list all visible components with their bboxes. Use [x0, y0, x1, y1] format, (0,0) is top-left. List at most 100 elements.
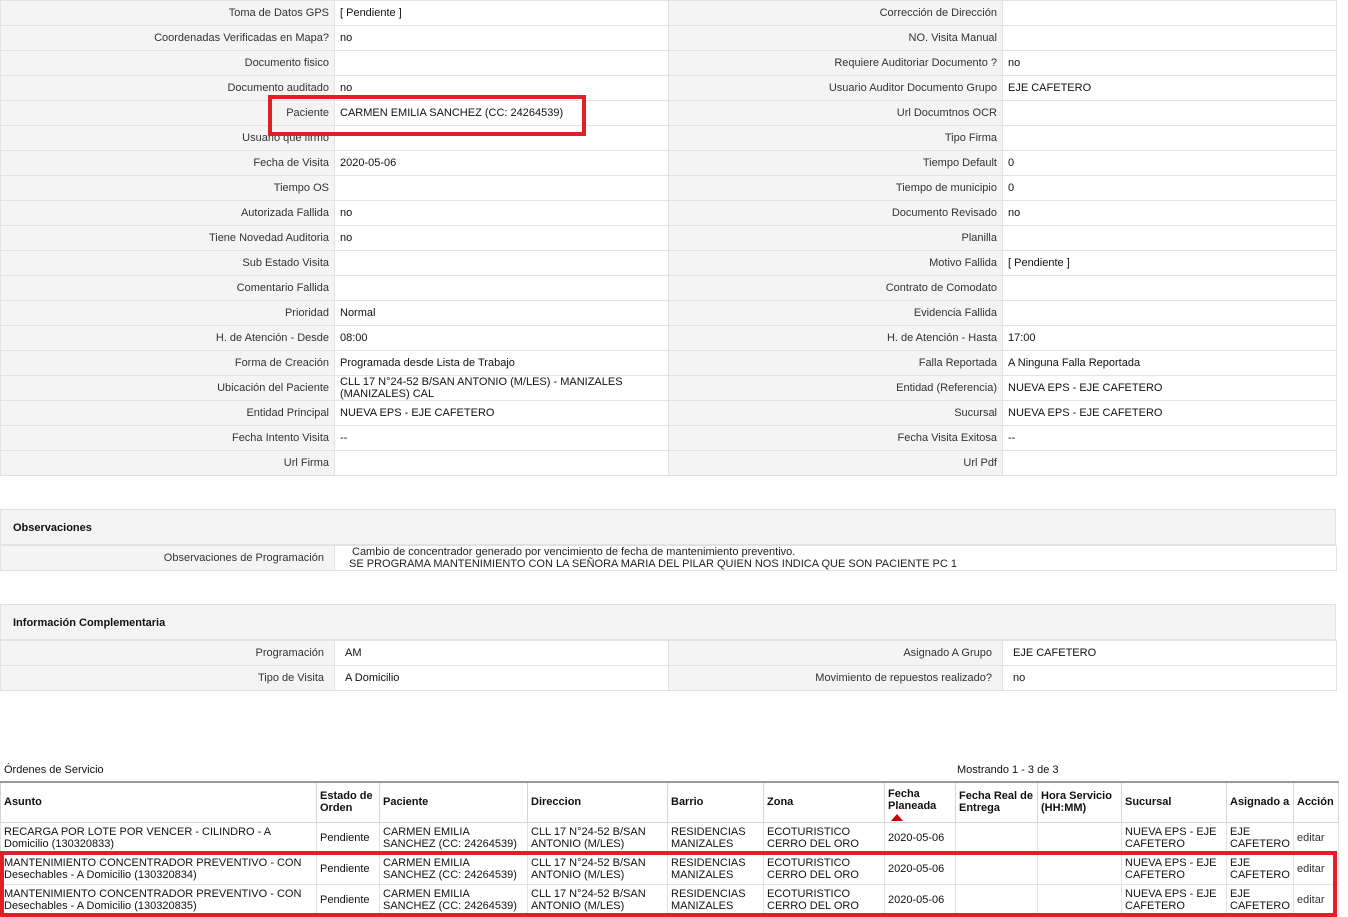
field-label-motivo-fallida: Motivo Fallida: [668, 250, 1003, 276]
field-label-forma-de-creacion: Forma de Creación: [0, 350, 335, 376]
column-header-asignado-a[interactable]: Asignado a: [1226, 781, 1294, 823]
field-value-planilla: [1002, 225, 1337, 251]
detail-row: Ubicación del Paciente CLL 17 N°24-52 B/S…: [0, 375, 1337, 401]
column-header-estado-de-orden[interactable]: Estado de Orden: [316, 781, 380, 823]
column-header-label: Fecha Real de Entrega: [959, 790, 1033, 815]
observaciones-label: Observaciones de Programación: [0, 545, 335, 571]
field-label-toma-de-datos-gps: Toma de Datos GPS: [0, 0, 335, 26]
orders-body: RECARGA POR LOTE POR VENCER - CILINDRO -…: [0, 821, 1339, 916]
field-label-planilla: Planilla: [668, 225, 1003, 251]
cell-accion: editar: [1293, 821, 1339, 854]
detail-row: Tiempo OS Tiempo de municipio 0: [0, 175, 1337, 201]
field-value-usuario-auditor-documento-grupo: EJE CAFETERO: [1002, 75, 1337, 101]
column-header-accion[interactable]: Acción: [1293, 781, 1339, 823]
column-header-paciente[interactable]: Paciente: [379, 781, 528, 823]
edit-link[interactable]: editar: [1297, 863, 1325, 875]
field-label-evidencia-fallida: Evidencia Fallida: [668, 300, 1003, 326]
field-label-tiene-novedad-auditoria: Tiene Novedad Auditoria: [0, 225, 335, 251]
column-header-barrio[interactable]: Barrio: [667, 781, 764, 823]
field-label-no-visita-manual: NO. Visita Manual: [668, 25, 1003, 51]
field-value-asignado-a-grupo: EJE CAFETERO: [1002, 640, 1337, 666]
field-label-correccion-de-direccion: Corrección de Dirección: [668, 0, 1003, 26]
field-value-usuario-que-firmo: [334, 125, 669, 151]
field-value-documento-auditado: no: [334, 75, 669, 101]
cell-paciente: CARMEN EMILIA SANCHEZ (CC: 24264539): [379, 852, 528, 885]
cell-paciente: CARMEN EMILIA SANCHEZ (CC: 24264539): [379, 883, 528, 916]
column-header-zona[interactable]: Zona: [763, 781, 885, 823]
column-header-label: Barrio: [671, 796, 704, 809]
column-header-sucursal[interactable]: Sucursal: [1121, 781, 1227, 823]
cell-zona: ECOTURISTICO CERRO DEL ORO: [763, 883, 885, 916]
field-value-programacion: AM: [334, 640, 669, 666]
field-value-h-de-atencion-desde: 08:00: [334, 325, 669, 351]
column-header-direccion[interactable]: Direccion: [527, 781, 668, 823]
field-value-prioridad: Normal: [334, 300, 669, 326]
field-value-correccion-de-direccion: [1002, 0, 1337, 26]
order-row: RECARGA POR LOTE POR VENCER - CILINDRO -…: [0, 821, 1339, 854]
column-header-label: Estado de Orden: [320, 790, 373, 815]
field-label-tipo-firma: Tipo Firma: [668, 125, 1003, 151]
cell-asunto: RECARGA POR LOTE POR VENCER - CILINDRO -…: [0, 821, 317, 854]
orders-header-row: Asunto Estado de Orden Paciente Direccion Ba…: [0, 781, 1339, 823]
cell-fecha-real-de-entrega: [955, 852, 1038, 885]
field-value-url-firma: [334, 450, 669, 476]
cell-fecha-planeada: 2020-05-06: [884, 821, 956, 854]
cell-direccion: CLL 17 N°24-52 B/SAN ANTONIO (M/LES): [527, 883, 668, 916]
cell-fecha-real-de-entrega: [955, 883, 1038, 916]
cell-accion: editar: [1293, 852, 1339, 885]
field-label-entidad-referencia: Entidad (Referencia): [668, 375, 1003, 401]
edit-link[interactable]: editar: [1297, 832, 1325, 844]
field-value-fecha-visita-exitosa: --: [1002, 425, 1337, 451]
edit-link[interactable]: editar: [1297, 894, 1325, 906]
detail-row: Forma de Creación Programada desde Lista …: [0, 350, 1337, 376]
field-label-documento-auditado: Documento auditado: [0, 75, 335, 101]
detail-row: Toma de Datos GPS[ Pendiente ] Corrección…: [0, 0, 1337, 26]
column-header-label: Zona: [767, 796, 794, 809]
field-value-ubicacion-del-paciente: CLL 17 N°24-52 B/SAN ANTONIO (M/LES) - M…: [334, 375, 669, 401]
field-label-documento-revisado: Documento Revisado: [668, 200, 1003, 226]
cell-estado-de-orden: Pendiente: [316, 821, 380, 854]
cell-direccion: CLL 17 N°24-52 B/SAN ANTONIO (M/LES): [527, 821, 668, 854]
detail-row: Tipo de Visita A Domicilio Movimiento de r…: [0, 665, 1337, 691]
column-header-label: Sucursal: [1125, 796, 1172, 809]
field-label-usuario-auditor-documento-grupo: Usuario Auditor Documento Grupo: [668, 75, 1003, 101]
field-value-url-pdf: [1002, 450, 1337, 476]
column-header-hora-servicio-hh-mm[interactable]: Hora Servicio (HH:MM): [1037, 781, 1122, 823]
cell-asunto: MANTENIMIENTO CONCENTRADOR PREVENTIVO - …: [0, 883, 317, 916]
cell-asunto: MANTENIMIENTO CONCENTRADOR PREVENTIVO - …: [0, 852, 317, 885]
field-value-sub-estado-visita: [334, 250, 669, 276]
detail-row: Prioridad Normal Evidencia Fallida: [0, 300, 1337, 326]
field-label-entidad-principal: Entidad Principal: [0, 400, 335, 426]
visit-detail-table: Toma de Datos GPS[ Pendiente ] Corrección…: [0, 0, 1337, 476]
sort-ascending-icon[interactable]: [891, 813, 903, 821]
field-label-tiempo-de-municipio: Tiempo de municipio: [668, 175, 1003, 201]
field-label-sucursal: Sucursal: [668, 400, 1003, 426]
field-value-toma-de-datos-gps: [ Pendiente ]: [334, 0, 669, 26]
field-value-documento-revisado: no: [1002, 200, 1337, 226]
field-label-fecha-de-visita: Fecha de Visita: [0, 150, 335, 176]
field-value-entidad-principal: NUEVA EPS - EJE CAFETERO: [334, 400, 669, 426]
pagination-status: Mostrando 1 - 3 de 3: [957, 764, 1059, 776]
order-row: MANTENIMIENTO CONCENTRADOR PREVENTIVO - …: [0, 883, 1339, 916]
detail-row: Programación AM Asignado A Grupo EJE CAFETE…: [0, 640, 1337, 666]
field-label-fecha-visita-exitosa: Fecha Visita Exitosa: [668, 425, 1003, 451]
field-value-autorizada-fallida: no: [334, 200, 669, 226]
column-header-fecha-real-de-entrega[interactable]: Fecha Real de Entrega: [955, 781, 1038, 823]
field-value-h-de-atencion-hasta: 17:00: [1002, 325, 1337, 351]
complementaria-body: Programación AM Asignado A Grupo EJE CAFETE…: [0, 640, 1337, 691]
column-header-asunto[interactable]: Asunto: [0, 781, 317, 823]
cell-paciente: CARMEN EMILIA SANCHEZ (CC: 24264539): [379, 821, 528, 854]
field-value-movimiento-de-repuestos-realizado: no: [1002, 665, 1337, 691]
cell-fecha-real-de-entrega: [955, 821, 1038, 854]
cell-barrio: RESIDENCIAS MANIZALES: [667, 852, 764, 885]
field-value-no-visita-manual: [1002, 25, 1337, 51]
field-value-forma-de-creacion: Programada desde Lista de Trabajo: [334, 350, 669, 376]
detail-row: Documento fisico Requiere Auditoriar Docu…: [0, 50, 1337, 76]
detail-row: Entidad Principal NUEVA EPS - EJE CAFETER…: [0, 400, 1337, 426]
field-label-ubicacion-del-paciente: Ubicación del Paciente: [0, 375, 335, 401]
field-label-comentario-fallida: Comentario Fallida: [0, 275, 335, 301]
cell-sucursal: NUEVA EPS - EJE CAFETERO: [1121, 883, 1227, 916]
column-header-fecha-planeada[interactable]: Fecha Planeada: [884, 781, 956, 823]
field-label-documento-fisico: Documento fisico: [0, 50, 335, 76]
detail-row: Usuario que firmo Tipo Firma: [0, 125, 1337, 151]
